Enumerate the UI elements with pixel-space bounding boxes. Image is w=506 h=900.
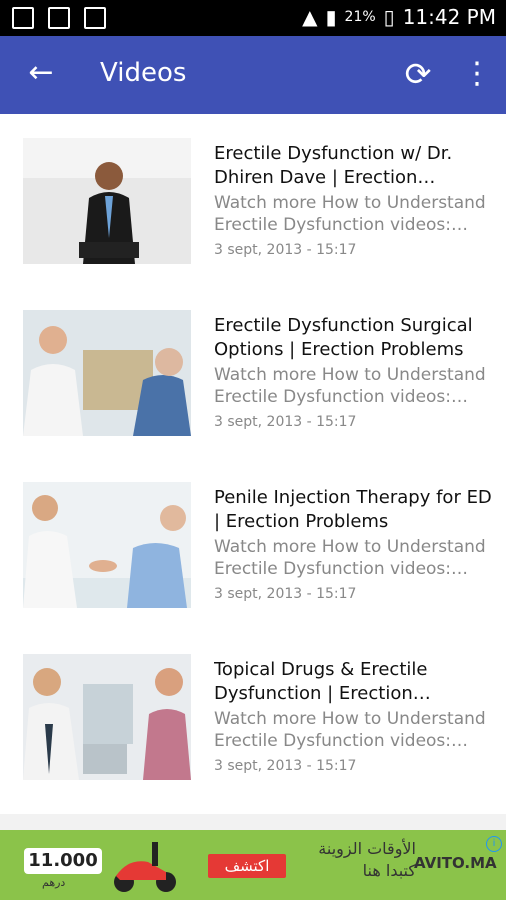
- wifi-icon: ▲: [302, 5, 318, 29]
- ad-cta-button[interactable]: اكتشف: [208, 854, 286, 878]
- video-date: 3 sept, 2013 - 15:17: [214, 242, 357, 258]
- ad-info-icon[interactable]: i: [486, 836, 502, 852]
- app-bar: ← Videos ⟳ ⋮: [0, 36, 506, 114]
- clock: 11:42 PM: [402, 5, 496, 29]
- video-description: Watch more How to Understand Erectile Dy…: [214, 193, 486, 235]
- video-title: Erectile Dysfunction Surgical Options | …: [214, 315, 473, 360]
- flipboard-icon: [48, 7, 70, 29]
- check-icon: [84, 7, 106, 29]
- scooter-image: [114, 842, 176, 892]
- video-description: Watch more How to Understand Erectile Dy…: [214, 709, 486, 751]
- video-item[interactable]: Erectile Dysfunction w/ Dr. Dhiren Dave …: [0, 114, 506, 286]
- refresh-icon[interactable]: ⟳: [398, 54, 438, 94]
- video-item[interactable]: Topical Drugs & Erectile Dysfunction | E…: [0, 630, 506, 802]
- video-description: Watch more How to Understand Erectile Dy…: [214, 537, 486, 579]
- video-list: Erectile Dysfunction w/ Dr. Dhiren Dave …: [0, 114, 506, 814]
- video-thumbnail: [23, 310, 191, 436]
- gallery-icon: [12, 7, 34, 29]
- video-title: Erectile Dysfunction w/ Dr. Dhiren Dave …: [214, 143, 453, 188]
- battery-icon: ▯: [383, 5, 395, 29]
- video-thumbnail: [23, 654, 191, 780]
- back-arrow-icon[interactable]: ←: [22, 54, 60, 92]
- video-title: Penile Injection Therapy for ED | Erecti…: [214, 487, 492, 532]
- page-title: Videos: [100, 58, 187, 88]
- more-options-icon[interactable]: ⋮: [462, 54, 492, 94]
- video-date: 3 sept, 2013 - 15:17: [214, 758, 357, 774]
- ad-brand: AVITO.MA: [414, 854, 497, 872]
- ad-headline: الأوقات الزوينة كتبدا هنا: [318, 839, 416, 880]
- battery-percent: 21%: [344, 9, 376, 25]
- video-item[interactable]: Penile Injection Therapy for ED | Erecti…: [0, 458, 506, 630]
- video-thumbnail: [23, 482, 191, 608]
- video-date: 3 sept, 2013 - 15:17: [214, 414, 357, 430]
- ad-price: 11.000: [24, 848, 102, 874]
- status-bar: ▲ ▮ 21% ▯ 11:42 PM: [0, 0, 506, 36]
- signal-icon: ▮: [325, 5, 337, 29]
- ad-banner[interactable]: 11.000 درهم اكتشف الأوقات الزوينة كتبدا …: [0, 830, 506, 900]
- video-date: 3 sept, 2013 - 15:17: [214, 586, 357, 602]
- video-item[interactable]: Erectile Dysfunction Surgical Options | …: [0, 286, 506, 458]
- video-title: Topical Drugs & Erectile Dysfunction | E…: [214, 659, 431, 704]
- video-thumbnail: [23, 138, 191, 264]
- video-description: Watch more How to Understand Erectile Dy…: [214, 365, 486, 407]
- ad-currency: درهم: [42, 876, 66, 889]
